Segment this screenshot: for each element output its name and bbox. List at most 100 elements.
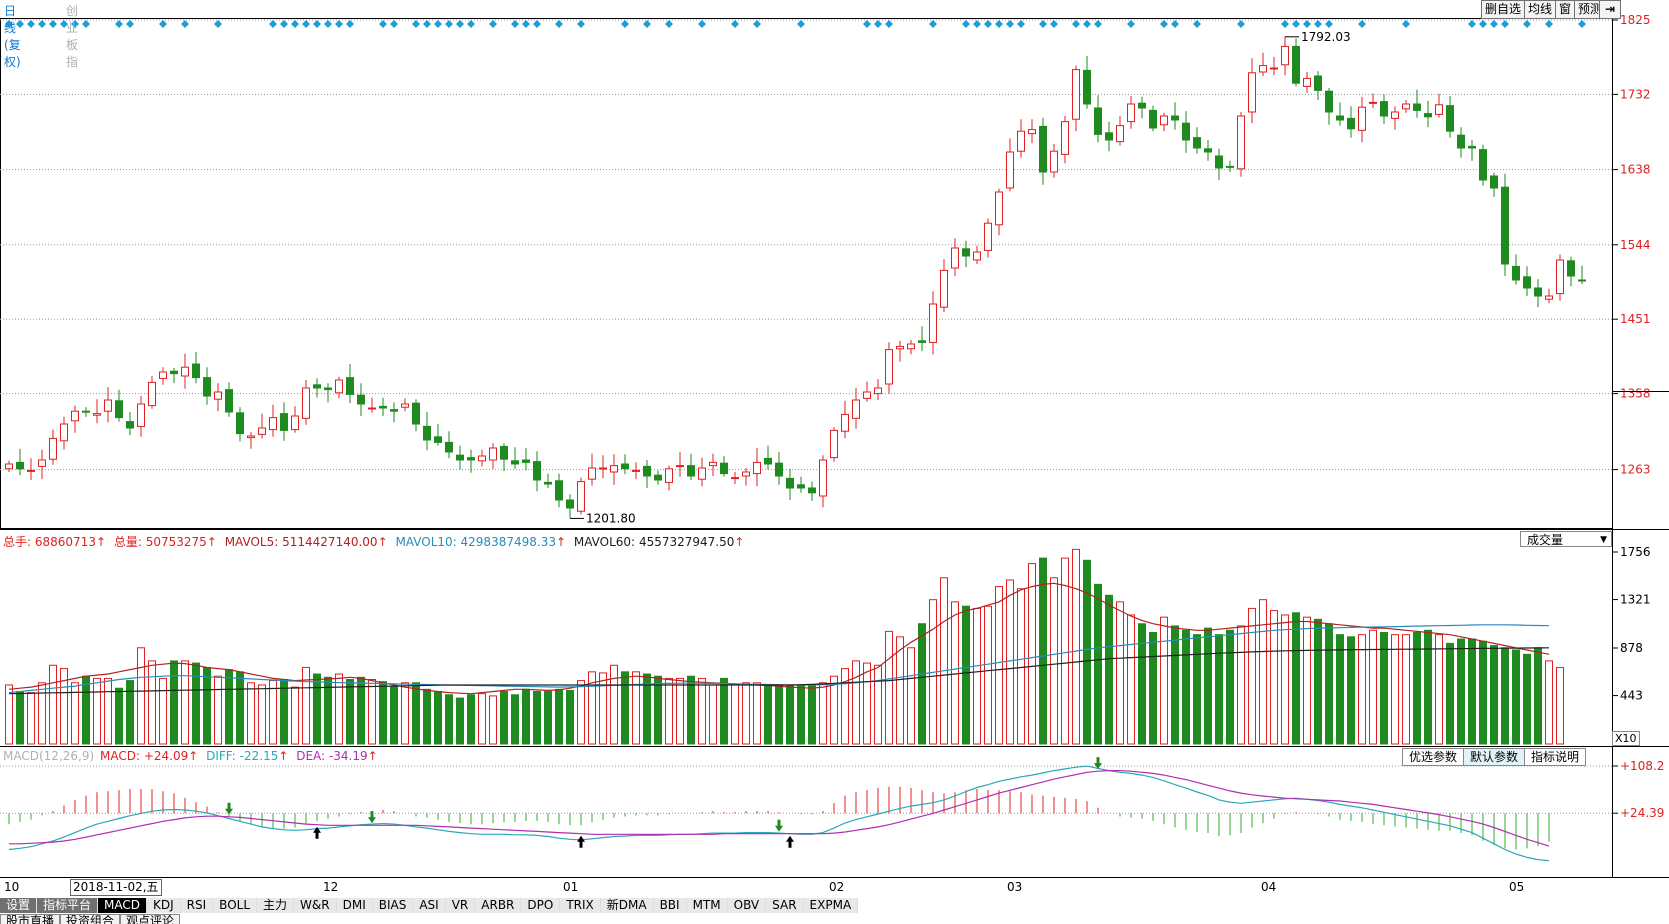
- expand-arrow-icon[interactable]: ⇥: [1599, 0, 1621, 19]
- high-price-label: 1792.03: [1301, 30, 1351, 44]
- volume-bar: [225, 669, 233, 745]
- signal-marker-icon: [731, 20, 739, 28]
- volume-bar: [665, 677, 673, 745]
- volume-info-bar: 总手: 68860713↑ 总量: 50753275↑ MAVOL5: 5114…: [3, 533, 744, 550]
- candle: [379, 405, 387, 409]
- signal-marker-icon: [1072, 20, 1080, 28]
- tab-macd[interactable]: MACD: [98, 898, 148, 913]
- bottom-tab-0[interactable]: 股市直播: [0, 914, 61, 924]
- volume-bar: [104, 677, 112, 745]
- signal-marker-icon: [1358, 20, 1366, 28]
- candle: [1061, 121, 1069, 155]
- candle: [1292, 45, 1300, 84]
- macd-label: MACD:: [99, 749, 140, 763]
- candle: [148, 381, 156, 407]
- candle: [819, 459, 827, 497]
- candle: [720, 462, 728, 475]
- signal-marker-icon: [1578, 20, 1586, 28]
- volume-bar: [775, 684, 783, 745]
- signal-marker-icon: [1402, 20, 1410, 28]
- optimal-params-button[interactable]: 优选参数: [1402, 748, 1465, 766]
- candle: [203, 377, 211, 397]
- tab-sar[interactable]: SAR: [766, 898, 804, 913]
- signal-marker-icon: [995, 20, 1003, 28]
- volume-bar: [445, 694, 453, 745]
- candle: [1457, 134, 1465, 149]
- window-button[interactable]: 窗: [1554, 0, 1575, 19]
- candle: [1270, 67, 1278, 70]
- volume-bar: [599, 672, 607, 745]
- volume-bar: [115, 687, 123, 745]
- candle: [511, 460, 519, 465]
- tab-boll[interactable]: BOLL: [213, 898, 258, 913]
- candle: [841, 413, 849, 432]
- candle: [1523, 276, 1531, 289]
- volume-bar: [467, 694, 475, 745]
- candle: [1050, 150, 1058, 173]
- volume-bar: [247, 682, 255, 745]
- candle: [995, 191, 1003, 226]
- indicator-help-button[interactable]: 指标说明: [1524, 748, 1587, 766]
- tab-arbr[interactable]: ARBR: [475, 898, 522, 913]
- tab--[interactable]: 设置: [0, 898, 38, 913]
- volume-bar: [148, 660, 156, 745]
- signal-marker-icon: [973, 20, 981, 28]
- volume-bar: [852, 660, 860, 745]
- moving-average-button[interactable]: 均线: [1523, 0, 1556, 19]
- tab--[interactable]: 主力: [257, 898, 295, 913]
- default-params-button[interactable]: 默认参数: [1463, 748, 1526, 766]
- y-tick-label: 443: [1620, 689, 1643, 703]
- tab-rsi[interactable]: RSI: [180, 898, 214, 913]
- volume-bar: [742, 682, 750, 745]
- candle: [599, 467, 607, 470]
- volume-bar: [1160, 616, 1168, 745]
- tab-obv[interactable]: OBV: [727, 898, 767, 913]
- up-arrow-icon: ↑: [734, 535, 745, 549]
- candle: [973, 251, 981, 261]
- tab-mtm[interactable]: MTM: [686, 898, 728, 913]
- candle: [1413, 103, 1421, 111]
- signal-marker-icon: [1468, 20, 1476, 28]
- candle: [181, 366, 189, 377]
- top-button-group: 删自选 均线 窗 预测: [1480, 0, 1606, 19]
- tab-dpo[interactable]: DPO: [521, 898, 561, 913]
- tab-asi[interactable]: ASI: [413, 898, 446, 913]
- signal-marker-icon: [181, 20, 189, 28]
- volume-bar: [841, 668, 849, 745]
- indicator-select[interactable]: 成交量 ▼: [1520, 531, 1612, 547]
- signal-marker-icon: [302, 20, 310, 28]
- tab-trix[interactable]: TRIX: [560, 898, 601, 913]
- signal-marker-icon: [1501, 20, 1509, 28]
- tab-vr[interactable]: VR: [445, 898, 476, 913]
- volume-bar: [1017, 588, 1025, 745]
- price-panel-frame: [0, 18, 1613, 529]
- signal-marker-icon: [1281, 20, 1289, 28]
- signal-marker-icon: [434, 20, 442, 28]
- volume-bar: [192, 662, 200, 745]
- volume-bar: [1424, 629, 1432, 745]
- tab-bbi[interactable]: BBI: [653, 898, 687, 913]
- candle: [588, 467, 596, 480]
- signal-marker-icon: [1325, 20, 1333, 28]
- volume-bar: [907, 647, 915, 745]
- signal-marker-icon: [379, 20, 387, 28]
- volume-bar: [335, 673, 343, 745]
- candle: [753, 461, 761, 475]
- volume-bar: [258, 684, 266, 745]
- bottom-tab-2[interactable]: 观点评论: [120, 914, 181, 924]
- tab-dmi[interactable]: DMI: [336, 898, 373, 913]
- delete-watchlist-button[interactable]: 删自选: [1480, 0, 1525, 19]
- tab-kdj[interactable]: KDJ: [147, 898, 181, 913]
- dea-value: -34.19: [328, 749, 368, 763]
- tab--[interactable]: 指标平台: [37, 898, 99, 913]
- signal-marker-icon: [1303, 20, 1311, 28]
- x-axis-month-12: 12: [323, 880, 339, 894]
- tab-expma[interactable]: EXPMA: [803, 898, 859, 913]
- tab--dma[interactable]: 新DMA: [600, 898, 654, 913]
- signal-marker-icon: [929, 20, 937, 28]
- candle: [423, 425, 431, 441]
- tab-w-r[interactable]: W&R: [294, 898, 337, 913]
- tab-bias[interactable]: BIAS: [372, 898, 414, 913]
- bottom-tab-1[interactable]: 投资组合: [60, 914, 121, 924]
- candle: [291, 415, 299, 431]
